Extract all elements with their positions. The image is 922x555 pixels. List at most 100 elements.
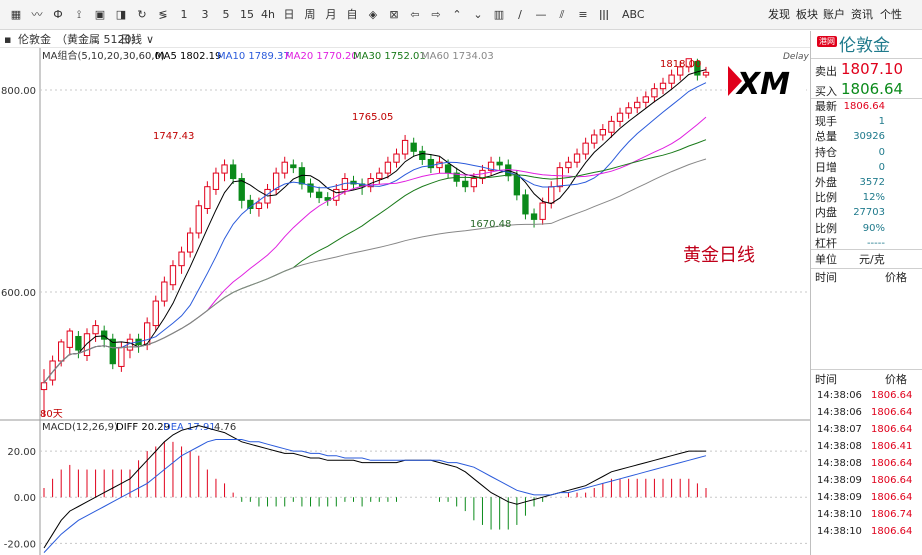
candle-body <box>315 191 323 199</box>
ticks-sep <box>811 369 922 370</box>
sell-quote[interactable]: 卖出 1807.10 <box>811 60 922 80</box>
ma20-line <box>43 116 707 384</box>
reset-icon[interactable]: ⊠ <box>386 6 402 24</box>
chart-canvas[interactable]: 800.00 600.00 MA组合(5,10,20,30,60,0)MA5 180… <box>0 48 810 555</box>
hline-icon[interactable]: — <box>533 6 549 24</box>
layout-icon[interactable]: ▣ <box>92 6 108 24</box>
quote-stat-row: 比例 90% <box>815 221 885 235</box>
tick-list-item: 14:38:06 1806.64 <box>817 407 913 418</box>
channel-icon[interactable]: ⫽ <box>554 6 570 24</box>
period-chevron-down-icon[interactable]: ∨ <box>146 31 154 48</box>
buy-price: 1806.64 <box>841 80 904 98</box>
candle-body <box>281 161 288 174</box>
period-3[interactable]: 3 <box>197 6 213 24</box>
candle-body <box>548 186 555 204</box>
menu-item-2[interactable]: 账户 <box>823 6 845 24</box>
period-周[interactable]: 周 <box>302 6 318 24</box>
high-annotation: 1747.43 <box>153 131 194 142</box>
tick-list-item: 14:38:07 1806.64 <box>817 424 913 435</box>
bars-icon[interactable]: ǀǀǀ <box>596 6 612 24</box>
macd-header-diff: DIFF 20.29 <box>116 422 170 433</box>
crosshair-icon[interactable]: ⟟ <box>71 6 87 24</box>
text-icon[interactable]: ABC <box>622 6 645 24</box>
candle-body <box>83 333 91 357</box>
period-15[interactable]: 15 <box>239 6 255 24</box>
candle-body <box>702 71 710 76</box>
delay-label: Delay <box>783 52 809 62</box>
unit-row: 单位 元/克 <box>815 253 885 266</box>
macd-diff-line <box>43 425 706 549</box>
bar-count-label: 80天 <box>40 409 63 420</box>
menu-item-0[interactable]: 发现 <box>768 6 790 24</box>
fib-icon[interactable]: ≡ <box>575 6 591 24</box>
candle-body <box>255 202 263 209</box>
candle-body <box>659 82 667 90</box>
period-月[interactable]: 月 <box>323 6 339 24</box>
period-1[interactable]: 1 <box>176 6 192 24</box>
candle-body <box>221 164 228 174</box>
line-chart-icon[interactable]: 〰 <box>29 6 45 24</box>
quote-title-sep <box>811 58 922 59</box>
candle-body <box>401 139 409 155</box>
pan-left-icon[interactable]: ⇦ <box>407 6 423 24</box>
period-自[interactable]: 自 <box>344 6 360 24</box>
zoom-icon[interactable]: ◈ <box>365 6 381 24</box>
menu-item-4[interactable]: 个性 <box>880 6 902 24</box>
pan-right-icon[interactable]: ⇨ <box>428 6 444 24</box>
tick-list-item: 14:38:10 1806.74 <box>817 509 913 520</box>
candle-body <box>634 101 641 109</box>
kline-chart[interactable]: 800.00 600.00 MA组合(5,10,20,30,60,0) MA5 180… <box>0 48 810 555</box>
draw-line-icon[interactable]: ∕ <box>512 6 528 24</box>
instrument-name[interactable]: 伦敦金 <box>18 31 51 48</box>
candle-body <box>49 360 56 381</box>
quote-stat-row: 日增 0 <box>815 160 885 174</box>
candle-body <box>212 172 220 190</box>
zoom-in-icon[interactable]: ⌃ <box>449 6 465 24</box>
menu-item-1[interactable]: 板块 <box>796 6 818 24</box>
ma-header-item: MA10 1789.37 <box>217 51 290 62</box>
candle-body <box>178 251 185 267</box>
buy-quote[interactable]: 买入 1806.64 <box>811 80 922 100</box>
quote-badge: 港网 <box>817 36 837 47</box>
ma10-line <box>43 82 707 384</box>
quote-stat-row: 持仓 0 <box>815 145 885 159</box>
candle-body <box>169 265 177 286</box>
candle-body <box>642 96 649 103</box>
candle-body <box>118 346 125 367</box>
period-selector[interactable]: 日线 <box>120 31 142 48</box>
candle-body <box>668 74 675 84</box>
refresh-icon[interactable]: ↻ <box>134 6 150 24</box>
ma-header-item: MA60 1734.03 <box>421 51 494 62</box>
candle-body <box>651 88 658 98</box>
candle-body <box>410 142 417 152</box>
candle-body <box>393 153 400 163</box>
candle-icon[interactable]: Ф <box>50 6 66 24</box>
xm-logo-text: XM <box>735 67 790 102</box>
macd-header-dea: DEA 17.91 <box>163 422 216 433</box>
toolbar: ▦ 〰 Ф ⟟ ▣ ◨ ↻ ≶ 1 3 5 15 4h 日周月自 ◈ ⊠ ⇦ ⇨ ⌃ ⌄ ▥ ∕ — ⫽ ≡ ǀǀǀ ABC 发现 板块… <box>0 0 922 30</box>
chart-watermark: 黄金日线 <box>683 245 755 266</box>
macd-tick-label: 0.00 <box>14 493 36 504</box>
candle-body <box>40 382 48 391</box>
macd-tick-label: -20.00 <box>4 539 36 550</box>
menu-item-3[interactable]: 资讯 <box>851 6 873 24</box>
tick-header: 时间 价格 <box>815 373 907 386</box>
compare-icon[interactable]: ≶ <box>155 6 171 24</box>
zoom-out-icon[interactable]: ⌄ <box>470 6 486 24</box>
save-icon[interactable]: ◨ <box>113 6 129 24</box>
recent-high-annotation: 1818.00 <box>660 59 701 70</box>
candle-body <box>616 112 624 122</box>
macd-header-title: MACD(12,26,9) <box>42 422 118 433</box>
period-4h[interactable]: 4h <box>260 6 276 24</box>
period-日[interactable]: 日 <box>281 6 297 24</box>
period-5[interactable]: 5 <box>218 6 234 24</box>
tick-list-item: 14:38:08 1806.64 <box>817 458 913 469</box>
candle-body <box>513 175 521 196</box>
ma-header-title: MA组合(5,10,20,30,60,0) <box>42 49 165 62</box>
sell-price: 1807.10 <box>841 60 904 78</box>
grid-icon[interactable]: ▦ <box>8 6 24 24</box>
candle-body <box>58 341 65 362</box>
ma-header-item: MA30 1752.01 <box>353 51 426 62</box>
candle-body <box>92 325 99 335</box>
panel-icon[interactable]: ▥ <box>491 6 507 24</box>
